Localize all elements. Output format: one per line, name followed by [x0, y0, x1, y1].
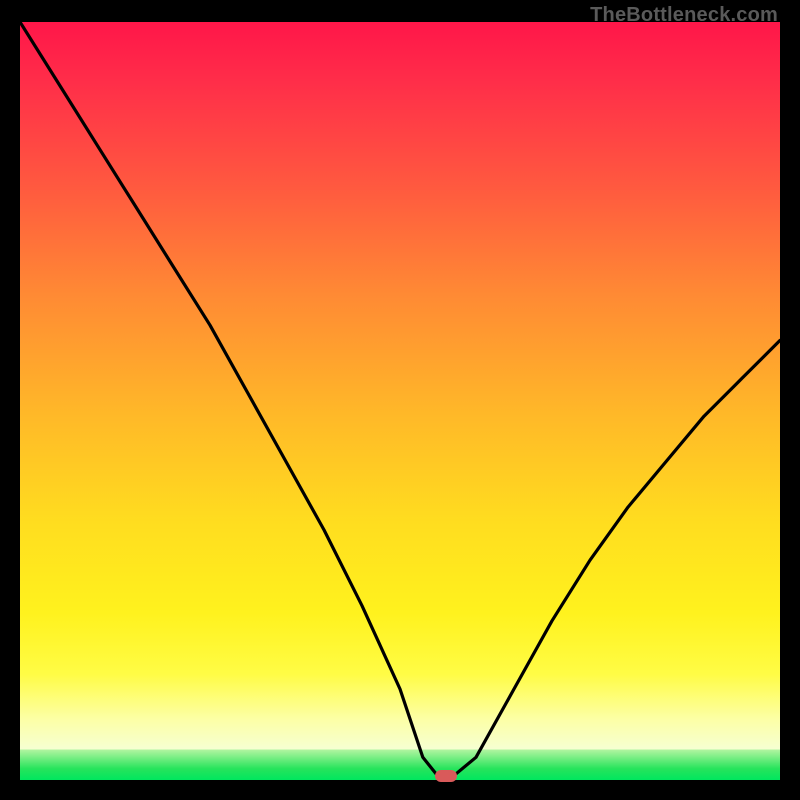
plot-area	[20, 22, 780, 780]
optimal-marker	[435, 770, 457, 782]
bottleneck-curve	[20, 22, 780, 780]
chart-frame: TheBottleneck.com	[0, 0, 800, 800]
